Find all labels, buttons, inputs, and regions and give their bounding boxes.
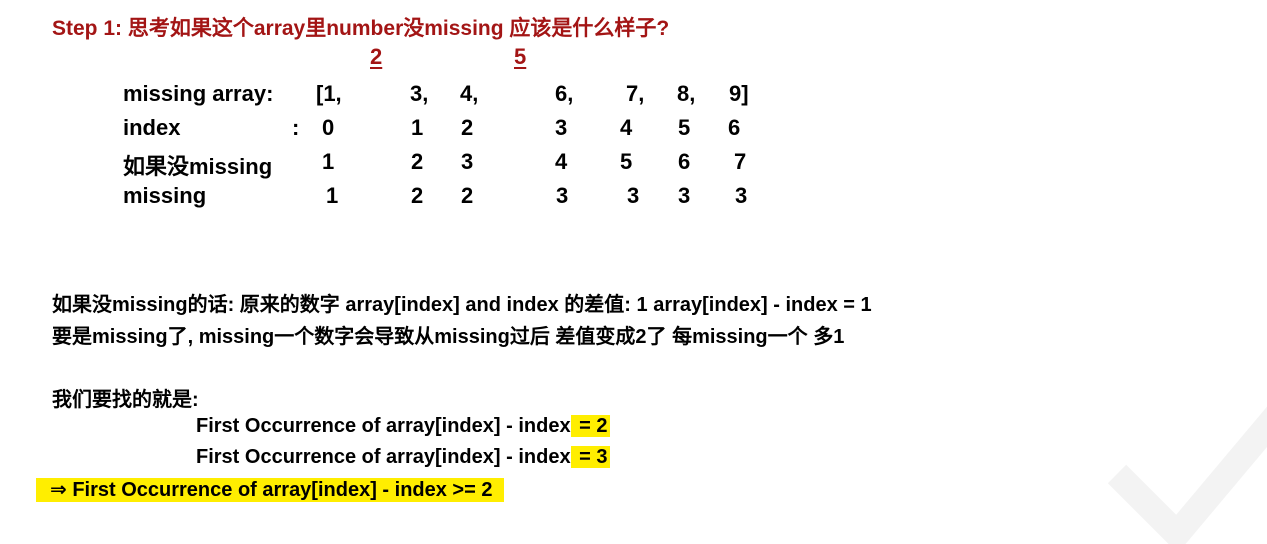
table-cell: 6 (678, 149, 691, 174)
table-cell: 9] (729, 81, 749, 106)
table-cell: 5 (678, 115, 691, 140)
table-cell: 3 (678, 183, 691, 208)
missing-mark-second: 5 (514, 44, 527, 69)
table-cell: 3 (555, 115, 568, 140)
missing-mark-first: 2 (370, 44, 383, 69)
formula-text: First Occurrence of array[index] - index (196, 446, 571, 468)
table-cell: 4, (460, 81, 479, 106)
formula-line-1: First Occurrence of array[index] - index… (196, 415, 611, 438)
step-title: Step 1: 思考如果这个array里number没missing 应该是什么… (52, 17, 670, 40)
row-label-missing-array: missing array: (123, 81, 274, 106)
table-cell: 6, (555, 81, 574, 106)
table-cell: 4 (620, 115, 633, 140)
table-cell: 0 (322, 115, 335, 140)
table-cell: 3 (627, 183, 640, 208)
formula-text: First Occurrence of array[index] - index (196, 415, 571, 437)
explanation-line-1: 如果没missing的话: 原来的数字 array[index] and ind… (52, 294, 872, 316)
table-cell: 2 (411, 183, 424, 208)
table-cell: 2 (461, 115, 474, 140)
goal-heading: 我们要找的就是: (52, 389, 199, 411)
table-cell: 2 (411, 149, 424, 174)
row-label-missing: missing (123, 183, 207, 208)
formula-highlight: = 3 (570, 446, 611, 468)
row-label-no-missing: 如果没missing (123, 154, 273, 179)
table-cell: 2 (461, 183, 474, 208)
conclusion-line: ⇒ First Occurrence of array[index] - ind… (36, 478, 505, 502)
formula-highlight: = 2 (570, 415, 611, 437)
table-cell: 3 (735, 183, 748, 208)
table-cell: 1 (411, 115, 424, 140)
table-cell: [1, (316, 81, 342, 106)
table-cell: 7 (734, 149, 747, 174)
table-cell: 8, (677, 81, 696, 106)
table-cell: 3 (556, 183, 569, 208)
formula-line-2: First Occurrence of array[index] - index… (196, 446, 611, 469)
table-cell: 6 (728, 115, 741, 140)
table-cell: 3 (461, 149, 474, 174)
watermark-check-icon (1107, 406, 1267, 544)
table-cell: 1 (326, 183, 339, 208)
row-label-index: index (123, 115, 181, 140)
table-cell: 1 (322, 149, 335, 174)
table-cell: 5 (620, 149, 633, 174)
table-cell: 7, (626, 81, 645, 106)
table-cell: 4 (555, 149, 568, 174)
explanation-line-2: 要是missing了, missing一个数字会导致从missing过后 差值变… (52, 326, 845, 348)
table-cell: 3, (410, 81, 429, 106)
row-separator: : (292, 115, 300, 140)
